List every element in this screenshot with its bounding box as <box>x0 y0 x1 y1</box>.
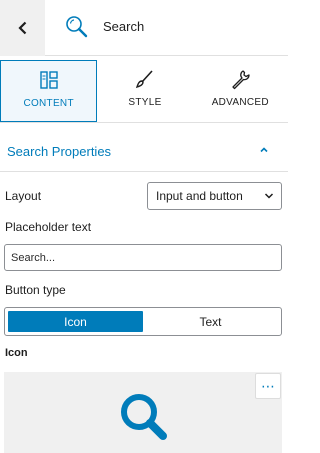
button-type-text-option[interactable]: Text <box>143 311 278 332</box>
tab-bar: CONTENT STYLE ADVANCED <box>0 60 288 123</box>
search-icon <box>66 16 88 38</box>
panel-header: Search <box>0 0 288 56</box>
tab-content[interactable]: CONTENT <box>0 60 98 122</box>
chevron-down-icon <box>264 193 274 199</box>
brush-icon <box>135 70 153 89</box>
chevron-left-icon <box>17 21 26 35</box>
icon-more-options-button[interactable]: ⋯ <box>255 373 281 399</box>
button-type-label: Button type <box>5 283 66 297</box>
wrench-icon <box>232 70 250 90</box>
tab-advanced-label: ADVANCED <box>211 97 269 108</box>
layout-select[interactable]: Input and button <box>147 182 282 210</box>
placeholder-text-field[interactable] <box>4 244 282 271</box>
layout-label: Layout <box>5 189 42 203</box>
tab-content-label: CONTENT <box>23 98 74 109</box>
placeholder-text-input[interactable] <box>5 245 281 270</box>
more-options-icon: ⋯ <box>261 378 275 394</box>
block-title: Search <box>103 19 145 34</box>
section-title: Search Properties <box>7 144 112 159</box>
search-preview-icon <box>121 394 167 440</box>
search-properties-section-toggle[interactable]: Search Properties <box>0 132 288 172</box>
tab-style-label: STYLE <box>128 97 162 108</box>
button-type-toggle-group: Icon Text <box>4 307 282 336</box>
chevron-up-icon <box>260 147 268 153</box>
layout-icon <box>39 71 58 89</box>
placeholder-text-label: Placeholder text <box>5 220 92 234</box>
back-button[interactable] <box>0 0 45 56</box>
tab-advanced[interactable]: ADVANCED <box>193 60 288 122</box>
button-type-icon-option[interactable]: Icon <box>8 311 143 332</box>
icon-label: Icon <box>5 347 28 359</box>
tab-style[interactable]: STYLE <box>97 60 192 122</box>
layout-select-value: Input and button <box>156 189 243 203</box>
